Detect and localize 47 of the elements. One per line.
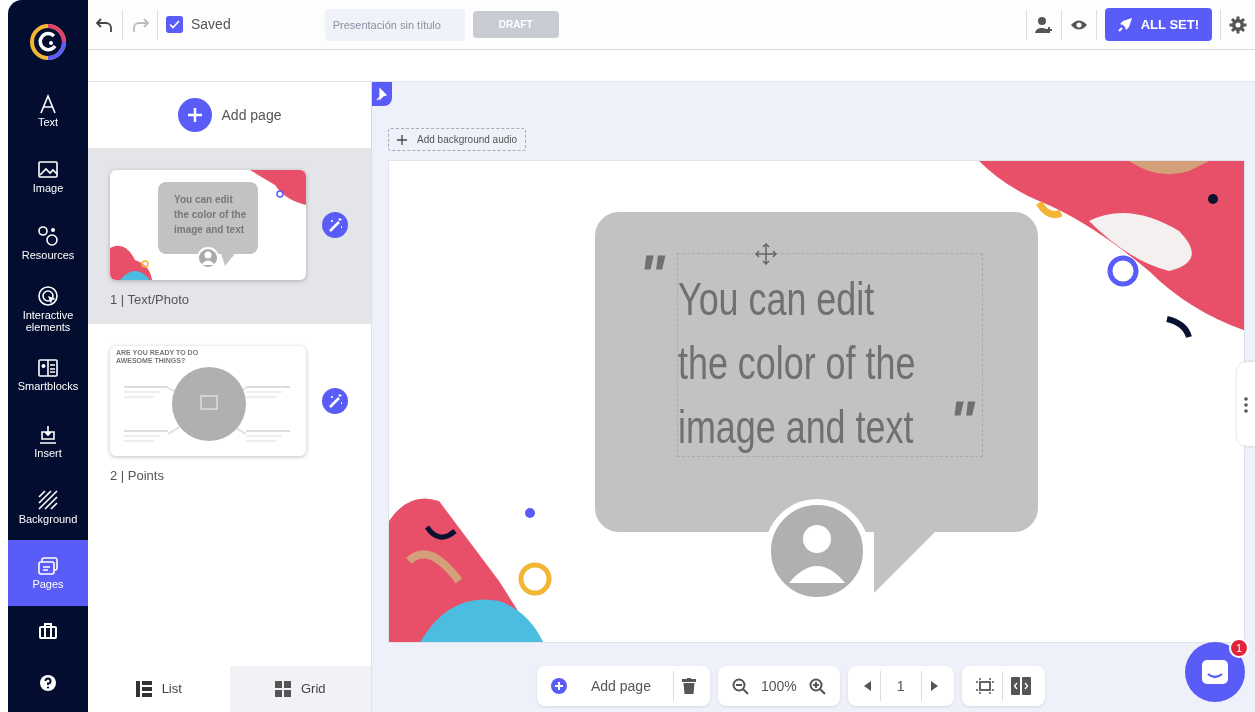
pin-icon[interactable] [372, 82, 392, 106]
page-number: 1 [895, 676, 906, 696]
shapes-icon [37, 224, 59, 247]
page-list-item[interactable]: You can edit the color of the image and text 1 | Text/Photo [88, 148, 371, 324]
image-icon [37, 159, 59, 180]
rocket-icon [1117, 17, 1133, 32]
paint-splash-drawing [110, 245, 152, 280]
sidebar-item[interactable]: Background [8, 474, 88, 540]
magic-wand-icon[interactable] [322, 212, 348, 238]
zoom-level: 100% [759, 676, 798, 696]
layout-icon [37, 357, 59, 378]
magic-wand-icon[interactable] [322, 388, 348, 414]
add-audio-button[interactable]: Add background audio [388, 128, 527, 151]
sidebar-item[interactable]: Interactive elements [8, 276, 88, 342]
page-label: 2 | Points [110, 467, 165, 485]
saved-status: Saved [191, 15, 231, 34]
list-icon [135, 681, 152, 697]
view-tab[interactable]: Grid [229, 666, 371, 712]
add-page-button[interactable]: Add page [88, 82, 371, 148]
sidebar-item[interactable]: Text [8, 78, 88, 144]
paint-splash-drawing [250, 170, 306, 205]
thumbnail-text: You can edit the color of the image and text [174, 193, 247, 237]
letter-icon [38, 93, 58, 114]
sidebar-item[interactable]: Smartblocks [8, 342, 88, 408]
move-icon [755, 243, 777, 265]
sidebar-item[interactable]: Resources [8, 210, 88, 276]
quote-mark: " [944, 393, 981, 449]
sidebar-item[interactable]: Insert [8, 408, 88, 474]
page-label: 1 | Text/Photo [110, 291, 191, 309]
side-handle[interactable] [1237, 362, 1255, 446]
stripes-icon [37, 488, 59, 511]
pages-icon [37, 555, 59, 576]
chat-icon [1201, 659, 1229, 685]
quote-text: You can edit the color of the image and text [678, 272, 916, 455]
logo-icon [28, 22, 68, 62]
add-page-button[interactable]: Add page [543, 675, 673, 697]
sidebar-item[interactable]: Pages [8, 540, 88, 606]
plus-icon [397, 134, 407, 145]
plus-icon [177, 98, 212, 132]
notification-badge: 1 [1229, 638, 1249, 658]
quote-mark: " [634, 247, 671, 303]
cursor-target-icon [37, 284, 59, 307]
title-field[interactable]: Presentación sin título [324, 8, 465, 41]
grid-icon [274, 681, 291, 697]
publish-button[interactable]: ALL SET! [1104, 7, 1212, 42]
sidebar-item[interactable]: Image [8, 144, 88, 210]
plus-icon [551, 678, 567, 694]
